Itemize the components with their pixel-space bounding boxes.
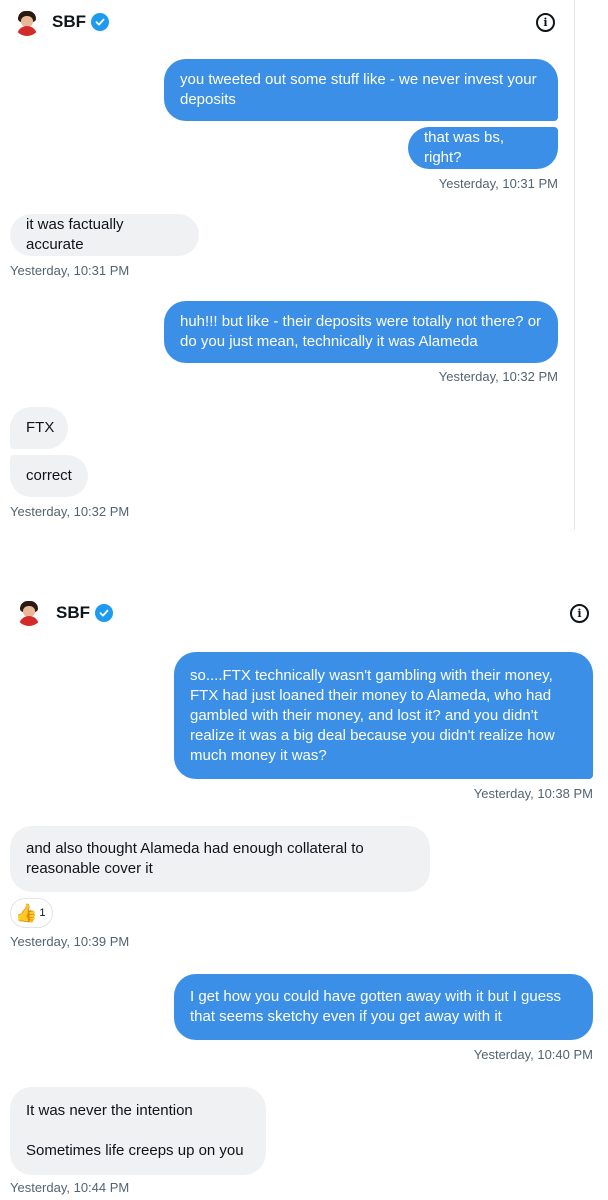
message-timestamp: Yesterday, 10:38 PM (473, 786, 593, 801)
message-received[interactable]: It was never the intention Sometimes lif… (10, 1087, 266, 1175)
message-timestamp: Yesterday, 10:31 PM (438, 176, 558, 191)
message-timestamp: Yesterday, 10:32 PM (10, 504, 130, 519)
message-timestamp: Yesterday, 10:40 PM (473, 1047, 593, 1062)
message-text: FTX (26, 419, 55, 436)
message-timestamp: Yesterday, 10:31 PM (10, 263, 130, 278)
info-icon[interactable]: i (536, 13, 555, 32)
contact-name-row[interactable]: SBF (56, 603, 113, 623)
avatar[interactable] (14, 10, 40, 36)
message-text: that was bs, right? (424, 129, 505, 166)
conversation-header: SBF i (0, 584, 608, 630)
verified-badge-icon (91, 13, 109, 31)
message-timestamp: Yesterday, 10:32 PM (438, 369, 558, 384)
message-received[interactable]: and also thought Alameda had enough coll… (10, 826, 430, 892)
message-text: huh!!! but like - their deposits were to… (180, 313, 542, 350)
message-sent[interactable]: that was bs, right? (408, 127, 558, 169)
thumbs-up-icon: 👍 (15, 903, 38, 923)
message-text-line-2: Sometimes life creeps up on you (26, 1142, 244, 1159)
message-text: it was factually accurate (26, 216, 124, 253)
message-sent[interactable]: you tweeted out some stuff like - we nev… (164, 59, 558, 121)
message-received[interactable]: FTX (10, 407, 68, 449)
message-text: so....FTX technically wasn't gambling wi… (190, 666, 555, 764)
message-text-line-1: It was never the intention (26, 1102, 193, 1119)
verified-badge-icon (95, 604, 113, 622)
conversation-header: SBF i (0, 0, 608, 46)
message-text: correct (26, 467, 72, 484)
contact-name-row[interactable]: SBF (52, 12, 109, 32)
message-sent[interactable]: I get how you could have gotten away wit… (174, 974, 593, 1040)
contact-name: SBF (56, 603, 90, 622)
message-text: and also thought Alameda had enough coll… (26, 840, 364, 877)
message-sent[interactable]: huh!!! but like - their deposits were to… (164, 301, 558, 363)
reaction-count: 1 (39, 907, 46, 919)
message-received[interactable]: it was factually accurate (10, 214, 199, 256)
message-received[interactable]: correct (10, 455, 88, 497)
reaction-badge[interactable]: 👍 1 (10, 898, 53, 928)
avatar[interactable] (16, 600, 42, 626)
message-text: I get how you could have gotten away wit… (190, 988, 562, 1025)
message-text: you tweeted out some stuff like - we nev… (180, 71, 537, 108)
contact-name: SBF (52, 12, 86, 31)
conversation-screenshot-2: SBF i so....FTX technically wasn't gambl… (0, 584, 608, 1200)
message-timestamp: Yesterday, 10:44 PM (10, 1180, 130, 1195)
panel-divider (574, 0, 575, 530)
info-icon[interactable]: i (570, 604, 589, 623)
message-sent[interactable]: so....FTX technically wasn't gambling wi… (174, 652, 593, 779)
message-timestamp: Yesterday, 10:39 PM (10, 934, 130, 949)
conversation-screenshot-1: SBF i you tweeted out some stuff like - … (0, 0, 608, 530)
